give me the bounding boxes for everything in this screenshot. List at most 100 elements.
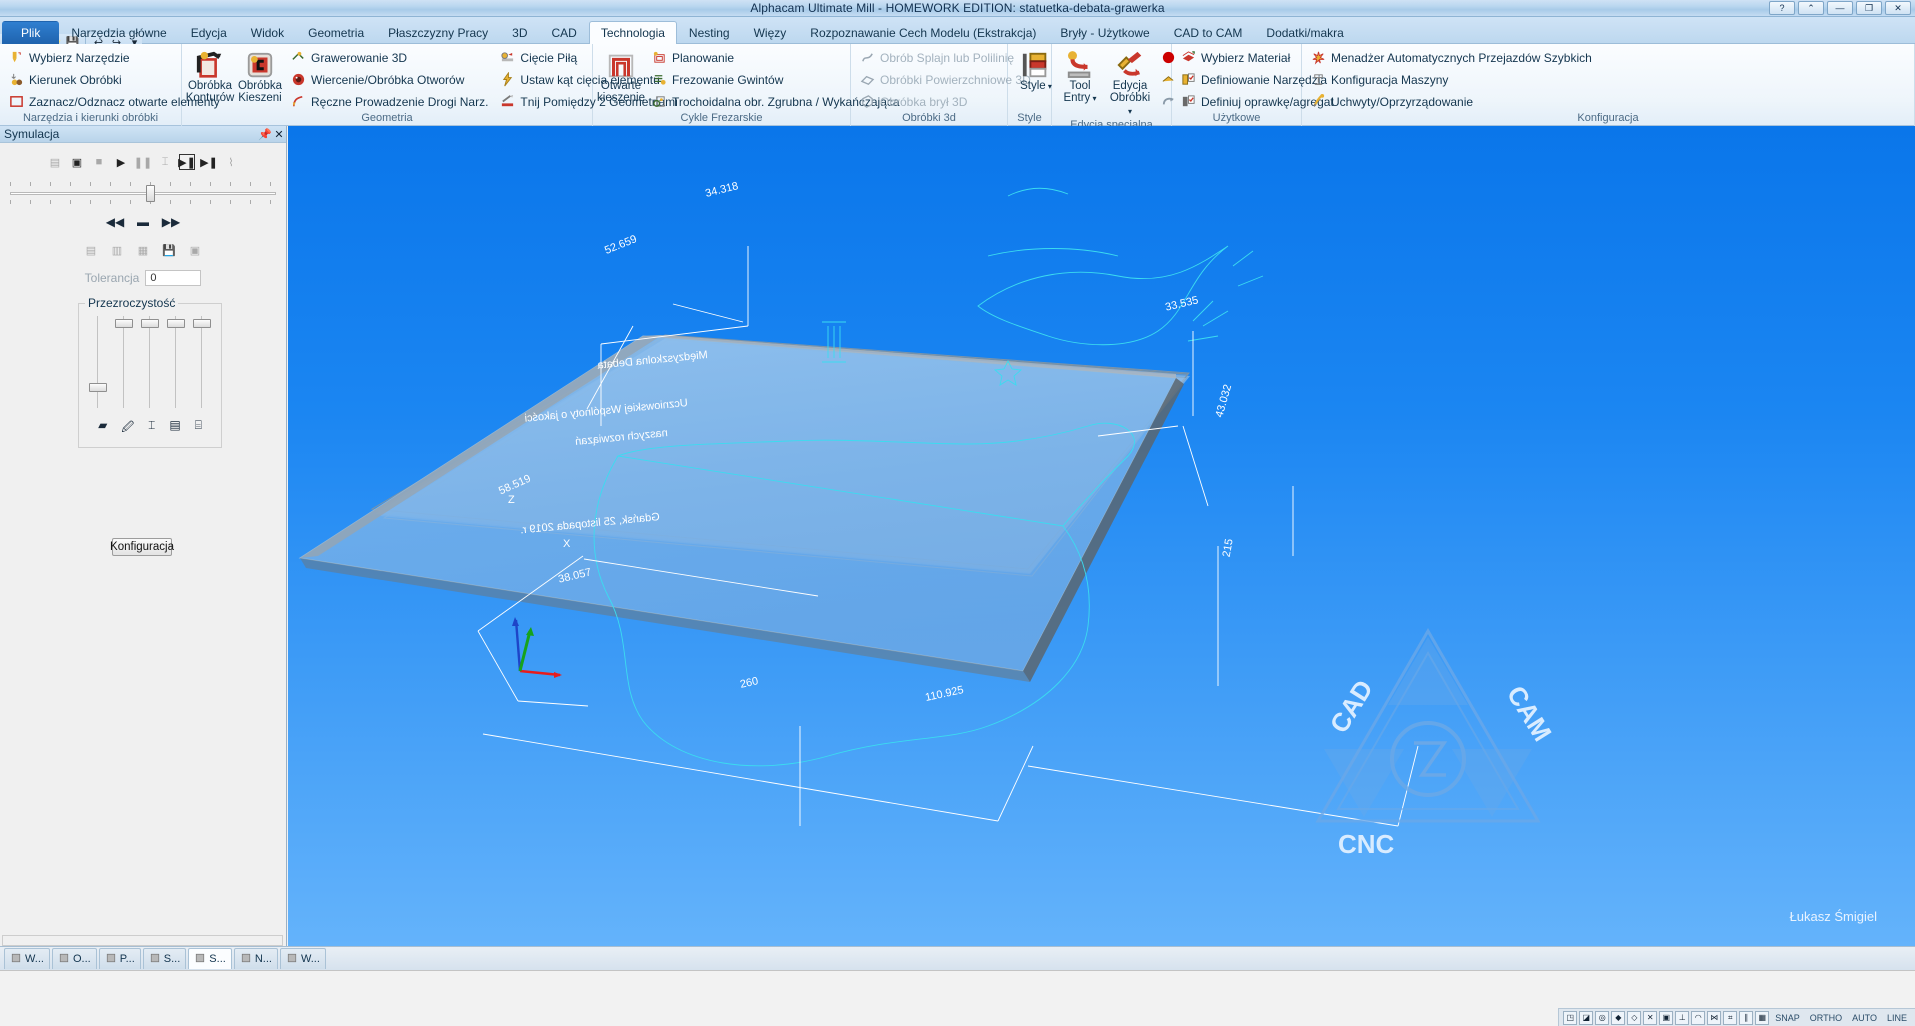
document-tab-measure[interactable]: W... <box>279 948 326 969</box>
snap-node-icon[interactable]: ◆ <box>1611 1010 1626 1025</box>
help-button[interactable]: ? <box>1769 1 1795 15</box>
sim-material-icon[interactable]: ▣ <box>69 154 85 170</box>
ribbon-item-fixtures-icon[interactable]: Uchwyty/Oprzyrządowanie <box>1308 92 1595 111</box>
ribbon-button-edit-machining-icon[interactable]: Edycja Obróbki ▾ <box>1108 48 1152 118</box>
ribbon-button-label: Otwarte kieszenie <box>597 80 645 104</box>
document-tab-nesting[interactable]: N... <box>233 948 278 969</box>
tab-geometria[interactable]: Geometria <box>296 21 376 44</box>
ribbon-button-contour-machining-icon[interactable]: Obróbka Konturów <box>186 48 234 104</box>
slider-thumb[interactable] <box>89 383 107 392</box>
dimension-label: 38.057 <box>557 566 593 586</box>
tab-rozpoznawanie-cech-modelu-ekstrakcja[interactable]: Rozpoznawanie Cech Modelu (Ekstrakcja) <box>798 21 1048 44</box>
status-text[interactable]: AUTO <box>1848 1013 1881 1023</box>
snap-nearest-icon[interactable]: ⋈ <box>1707 1010 1722 1025</box>
tab-edycja[interactable]: Edycja <box>179 21 239 44</box>
ribbon-item-rapid-manager-icon[interactable]: Menadżer Automatycznych Przejazdów Szybk… <box>1308 48 1595 67</box>
tab-narz-dzia-g-wne[interactable]: Narzędzia główne <box>59 21 178 44</box>
sim-setup-icon: ▤ <box>49 156 61 169</box>
tolerance-input[interactable] <box>145 270 202 286</box>
stock-icon[interactable]: ▰ <box>98 418 107 439</box>
close-button[interactable]: ✕ <box>1885 1 1911 15</box>
grid-icon[interactable]: ▦ <box>1755 1010 1770 1025</box>
rewind-icon[interactable]: ◀◀ <box>106 214 124 230</box>
ribbon-item-drilling-icon[interactable]: Wiercenie/Obróbka Otworów <box>288 70 491 89</box>
sim-stop-icon: ■ <box>95 156 103 168</box>
snap-apparent-icon[interactable]: ⌗ <box>1723 1010 1738 1025</box>
stop-bar-icon[interactable]: ▬ <box>135 214 151 230</box>
slider-thumb[interactable] <box>167 319 185 328</box>
slider-thumb[interactable] <box>115 319 133 328</box>
status-text[interactable]: SNAP <box>1771 1013 1804 1023</box>
transparency-slider-3[interactable] <box>141 316 159 408</box>
configuration-button[interactable]: Konfiguracja <box>110 538 174 556</box>
simulation-progress-slider[interactable] <box>10 182 276 204</box>
snap-center-icon[interactable]: ◎ <box>1595 1010 1610 1025</box>
tab-dodatki-makra[interactable]: Dodatki/makra <box>1254 21 1355 44</box>
tab-3d[interactable]: 3D <box>500 21 539 44</box>
ribbon-button-open-pocket-icon[interactable]: Otwarte kieszenie <box>597 48 645 104</box>
tab-plik[interactable]: Plik <box>2 21 60 44</box>
minimize-button[interactable]: — <box>1827 1 1853 15</box>
simulation-toolbar: ▤ ▣ ■ ▶ ❚❚ ⌶ ▶❚ ▶❚ ⌇ <box>0 154 286 170</box>
tab-bry-y-u-ytkowe[interactable]: Bryły - Użytkowe <box>1048 21 1161 44</box>
ribbon-item-engraving-3d-icon[interactable]: Grawerowanie 3D <box>288 48 491 67</box>
transparency-slider-2[interactable] <box>115 316 133 408</box>
snap-midpoint-icon[interactable]: ◪ <box>1579 1010 1594 1025</box>
snap-tangent-icon[interactable]: ◠ <box>1691 1010 1706 1025</box>
collapse-ribbon-button[interactable]: ⌃ <box>1798 1 1824 15</box>
forward-icon[interactable]: ▶▶ <box>162 214 180 230</box>
snap-perpendicular-icon[interactable]: ⊥ <box>1675 1010 1690 1025</box>
export-2-icon: ▥ <box>111 244 123 257</box>
transparency-slider-5[interactable] <box>193 316 211 408</box>
transparency-slider-4[interactable] <box>167 316 185 408</box>
transparency-slider-1[interactable] <box>89 316 107 408</box>
pocket-machining-icon <box>245 50 275 80</box>
ribbon-item-manual-toolpath-icon[interactable]: Ręczne Prowadzenie Drogi Narz. <box>288 92 491 111</box>
document-tab-tree[interactable]: S... <box>142 948 187 969</box>
pin-icon[interactable]: 📌 <box>258 128 272 141</box>
tool-body-icon[interactable]: ⌶ <box>148 418 155 439</box>
machine-icon[interactable]: ⌸ <box>195 418 202 439</box>
tab-wi-zy[interactable]: Więzy <box>742 21 799 44</box>
tab-p-aszczyzny-pracy[interactable]: Płaszczyzny Pracy <box>376 21 500 44</box>
slider-thumb[interactable] <box>193 319 211 328</box>
document-tab-simulation[interactable]: S... <box>188 948 232 969</box>
slider-thumb[interactable] <box>146 185 155 202</box>
document-tab-windows[interactable]: W... <box>4 948 50 969</box>
ribbon-item-label: Grawerowanie 3D <box>311 50 408 65</box>
status-text[interactable]: ORTHO <box>1806 1013 1846 1023</box>
snap-endpoint-icon[interactable]: ◳ <box>1563 1010 1578 1025</box>
tab-technologia[interactable]: Technologia <box>588 21 677 44</box>
status-text[interactable]: LINE <box>1883 1013 1911 1023</box>
tab-cad-to-cam[interactable]: CAD to CAM <box>1162 21 1255 44</box>
snap-quadrant-icon[interactable]: ◇ <box>1627 1010 1642 1025</box>
maximize-button[interactable]: ❐ <box>1856 1 1882 15</box>
close-icon[interactable]: ✕ <box>272 128 286 141</box>
snap-insertion-icon[interactable]: ▣ <box>1659 1010 1674 1025</box>
panel-horizontal-scrollbar[interactable] <box>2 935 283 946</box>
snap-intersection-icon[interactable]: ✕ <box>1643 1010 1658 1025</box>
sim-step-icon[interactable]: ▶❚ <box>178 154 196 170</box>
ribbon-button-pocket-machining-icon[interactable]: Obróbka Kieszeni <box>238 48 282 104</box>
ribbon-item-label: Planowanie <box>672 50 735 65</box>
ribbon-button-tool-entry-icon[interactable]: Tool Entry ▾ <box>1058 48 1102 105</box>
tab-cad[interactable]: CAD <box>540 21 589 44</box>
window-controls: ? ⌃ — ❐ ✕ <box>1769 1 1911 15</box>
snap-parallel-icon[interactable]: ∥ <box>1739 1010 1754 1025</box>
engraving-3d-icon <box>291 50 306 65</box>
tab-nesting[interactable]: Nesting <box>677 21 742 44</box>
style-icon <box>1021 50 1051 80</box>
slider-thumb[interactable] <box>141 319 159 328</box>
sim-stepmode-icon[interactable]: ▶❚ <box>200 154 218 170</box>
sim-pause-icon: ❚❚ <box>133 156 153 169</box>
tool-holder-icon[interactable]: 🖉 <box>121 418 134 439</box>
sim-play-icon[interactable]: ▶ <box>113 154 129 170</box>
tab-widok[interactable]: Widok <box>239 21 296 44</box>
ribbon-item-machine-config-icon[interactable]: Konfiguracja Maszyny <box>1308 70 1595 89</box>
document-tab-label: N... <box>254 953 272 965</box>
measure-icon <box>286 952 298 967</box>
cad-viewport[interactable]: Międzyszkolna Debata Uczniowskiej Wspóln… <box>288 126 1915 946</box>
fixture-icon[interactable]: ▤ <box>169 418 180 439</box>
document-tab-list[interactable]: O... <box>51 948 97 969</box>
document-tab-box[interactable]: P... <box>98 948 141 969</box>
